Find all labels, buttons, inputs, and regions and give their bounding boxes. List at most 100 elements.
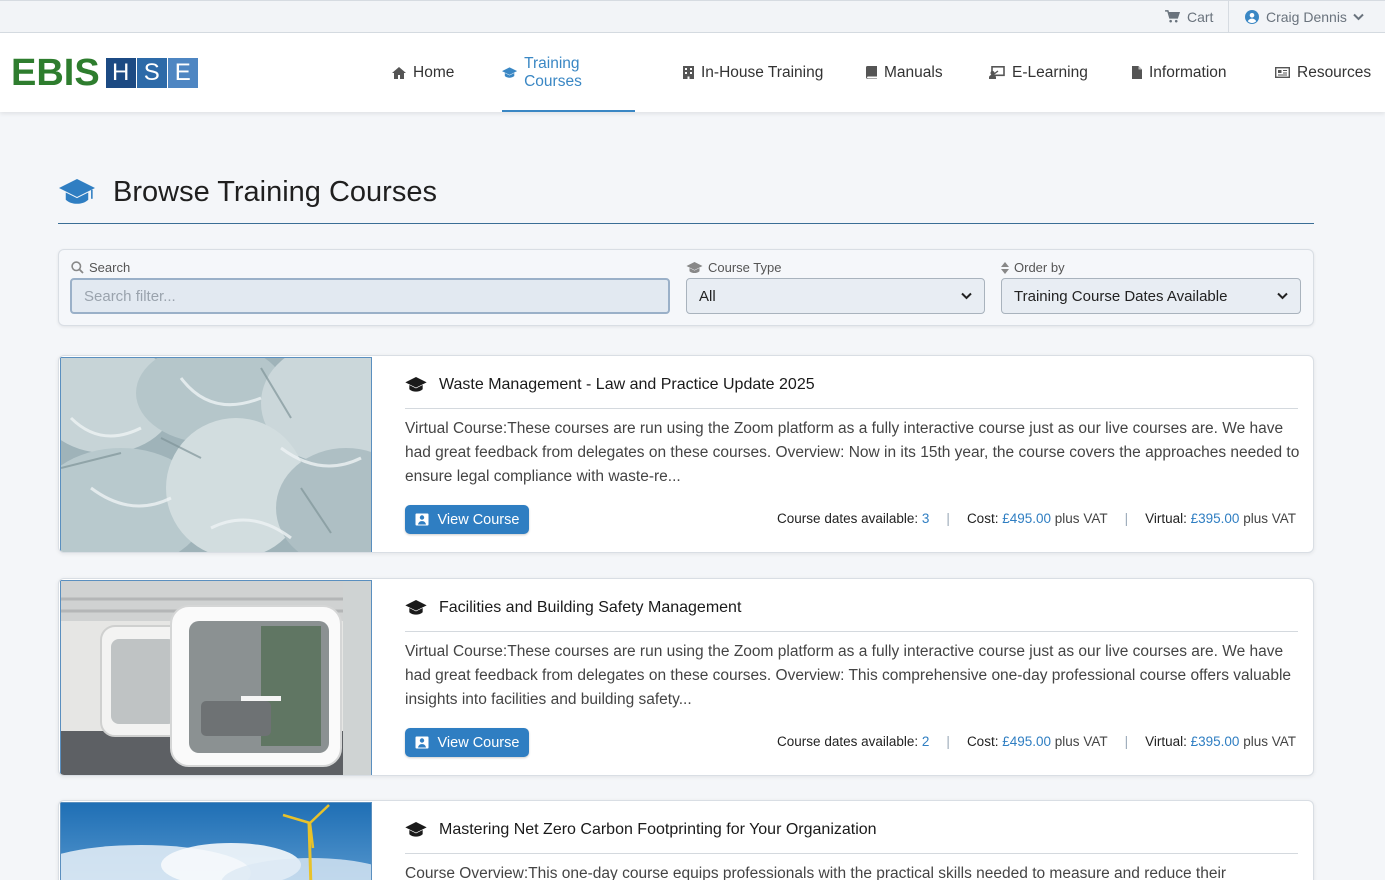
course-image-wind-turbine[interactable] <box>60 802 372 880</box>
dates-count: 2 <box>921 734 930 749</box>
file-icon <box>1132 66 1142 79</box>
cost-label: Cost: <box>966 734 999 749</box>
book-icon <box>866 66 877 79</box>
cart-link[interactable]: Cart <box>1165 1 1213 32</box>
course-description: Course Overview:This one-day course equi… <box>405 865 1227 880</box>
virtual-value: £395.00 <box>1190 734 1240 749</box>
course-title[interactable]: Mastering Net Zero Carbon Footprinting f… <box>405 821 877 839</box>
user-name: Craig Dennis <box>1266 8 1347 25</box>
meta-divider: | <box>1124 511 1129 526</box>
search-label-text: Search <box>89 260 131 275</box>
graduation-cap-icon <box>405 822 427 837</box>
virtual-value: £395.00 <box>1190 511 1240 526</box>
cost-value: £495.00 <box>1002 511 1052 526</box>
user-circle-icon <box>1245 9 1259 24</box>
ebis-hse-logo[interactable]: EBIS H S E <box>11 52 198 94</box>
dates-count: 3 <box>921 511 930 526</box>
graduation-cap-icon <box>502 66 518 78</box>
chevron-down-icon <box>961 292 972 300</box>
nav-e-learning[interactable]: E-Learning <box>989 33 1088 112</box>
course-title-text: Facilities and Building Safety Managemen… <box>439 599 742 616</box>
title-divider <box>58 223 1314 224</box>
logo-ebis-text: EBIS <box>11 52 100 94</box>
teacher-icon <box>415 736 429 749</box>
topbar-divider <box>1228 1 1229 32</box>
course-image-waste-bags[interactable] <box>60 357 372 552</box>
card-divider <box>405 853 1298 854</box>
nav-home[interactable]: Home <box>392 33 454 112</box>
virtual-suffix: plus VAT <box>1243 511 1296 526</box>
user-menu[interactable]: Craig Dennis <box>1245 1 1364 32</box>
sort-icon <box>1001 261 1009 274</box>
nav-in-house-training[interactable]: In-House Training <box>683 33 823 112</box>
chevron-down-icon <box>1353 13 1364 20</box>
cost-suffix: plus VAT <box>1054 734 1108 749</box>
meta-divider: | <box>1124 734 1129 749</box>
logo-hse-blocks: H S E <box>105 58 198 88</box>
graduation-cap-icon <box>405 377 427 392</box>
chevron-down-icon <box>1277 292 1288 300</box>
nav-in-house-training-label: In-House Training <box>701 63 824 81</box>
nav-home-label: Home <box>413 63 455 81</box>
course-meta: Course dates available: 2 | Cost: £495.0… <box>777 734 1296 749</box>
nav-manuals-label: Manuals <box>884 63 943 81</box>
virtual-suffix: plus VAT <box>1243 734 1296 749</box>
order-by-label-text: Order by <box>1014 260 1065 275</box>
course-type-select[interactable]: All <box>686 278 985 314</box>
course-title[interactable]: Facilities and Building Safety Managemen… <box>405 599 741 617</box>
filter-panel: Search Course Type All Order by Training… <box>58 249 1314 326</box>
nav-e-learning-label: E-Learning <box>1012 63 1088 81</box>
card-divider <box>405 408 1298 409</box>
virtual-label: Virtual: <box>1145 734 1187 749</box>
teacher-icon <box>415 513 429 526</box>
building-icon <box>683 66 694 79</box>
dates-label: Course dates available: <box>777 511 919 526</box>
logo-s: S <box>136 58 167 88</box>
newspaper-icon <box>1275 67 1290 78</box>
course-description: Virtual Course:These courses are run usi… <box>405 420 1300 485</box>
nav-information[interactable]: Information <box>1132 33 1227 112</box>
main-header: EBIS H S E Home Training Courses In-Hous… <box>0 33 1385 112</box>
nav-manuals[interactable]: Manuals <box>866 33 943 112</box>
top-utility-bar: Cart Craig Dennis <box>0 0 1385 33</box>
view-course-button[interactable]: View Course <box>405 505 529 534</box>
nav-information-label: Information <box>1149 63 1227 81</box>
course-type-value: All <box>699 287 716 305</box>
logo-e: E <box>167 58 198 88</box>
graduation-cap-icon <box>405 600 427 615</box>
search-icon <box>71 261 84 274</box>
nav-resources[interactable]: Resources <box>1275 33 1371 112</box>
cost-label: Cost: <box>966 511 999 526</box>
cost-suffix: plus VAT <box>1054 511 1108 526</box>
home-icon <box>392 66 406 79</box>
order-by-value: Training Course Dates Available <box>1014 287 1228 305</box>
nav-training-courses[interactable]: Training Courses <box>502 33 635 112</box>
course-title[interactable]: Waste Management - Law and Practice Upda… <box>405 376 815 394</box>
dates-label: Course dates available: <box>777 734 919 749</box>
page-heading: Browse Training Courses <box>58 170 437 214</box>
order-by-select[interactable]: Training Course Dates Available <box>1001 278 1301 314</box>
logo-h: H <box>105 58 136 88</box>
virtual-label: Virtual: <box>1145 511 1187 526</box>
nav-resources-label: Resources <box>1297 63 1372 81</box>
course-title-text: Waste Management - Law and Practice Upda… <box>439 376 815 393</box>
course-image-office-pods[interactable] <box>60 580 372 775</box>
view-course-button[interactable]: View Course <box>405 728 529 757</box>
meta-divider: | <box>946 734 950 749</box>
search-field[interactable] <box>70 278 670 314</box>
cart-label: Cart <box>1187 8 1214 25</box>
cost-value: £495.00 <box>1002 734 1052 749</box>
course-type-label: Course Type <box>686 260 781 275</box>
chalkboard-icon <box>989 66 1005 79</box>
course-card: Mastering Net Zero Carbon Footprinting f… <box>58 800 1314 880</box>
search-input[interactable] <box>84 287 656 305</box>
page-title: Browse Training Courses <box>113 175 437 208</box>
course-description: Virtual Course:These courses are run usi… <box>405 643 1292 708</box>
course-title-text: Mastering Net Zero Carbon Footprinting f… <box>439 821 877 838</box>
search-label: Search <box>71 260 130 275</box>
course-meta: Course dates available: 3 | Cost: £495.0… <box>777 511 1296 526</box>
order-by-label: Order by <box>1001 260 1065 275</box>
view-course-label: View Course <box>437 734 520 751</box>
cart-icon <box>1165 10 1180 23</box>
graduation-cap-icon <box>686 261 703 273</box>
